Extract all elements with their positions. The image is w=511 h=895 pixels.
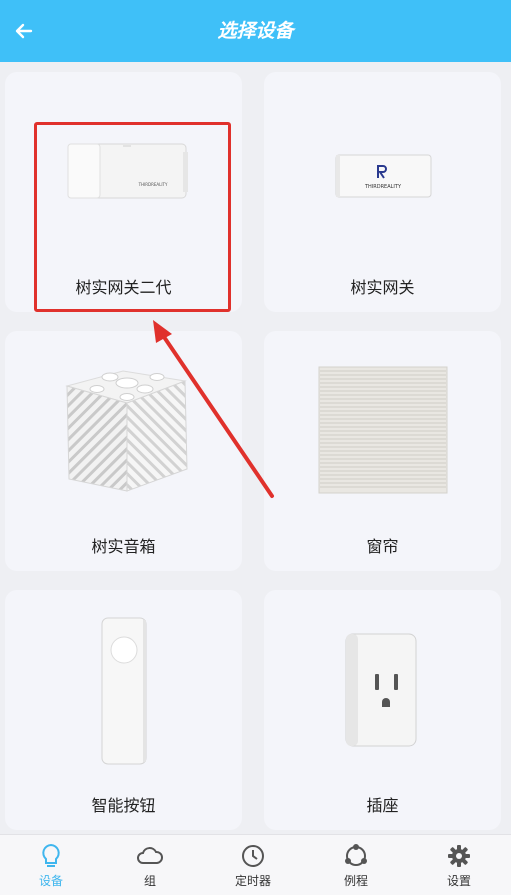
tab-label: 定时器 [234,874,271,888]
routine-icon [345,844,367,866]
tab-routines[interactable]: 例程 [305,835,407,895]
device-card-smart-button[interactable]: 智能按钮 [5,590,242,830]
tab-settings[interactable]: 设置 [408,835,510,895]
tab-label: 例程 [343,874,368,888]
top-bar: 选择设备 [0,0,511,62]
svg-text:THIRDREALITY: THIRDREALITY [138,182,168,187]
bottom-tab-bar: 设备 组 定时器 例程 设置 [0,834,511,895]
device-label: 插座 [366,796,399,815]
bulb-icon [42,843,60,867]
tab-label: 组 [143,874,156,888]
smart-button-image [5,590,242,780]
curtain-image [264,331,501,521]
gateway-gen2-image: THIRDREALITY [5,72,242,262]
device-label: 智能按钮 [91,796,156,815]
device-label: 窗帘 [366,537,399,556]
device-label: 树实网关二代 [75,278,172,297]
device-grid: THIRDREALITY 树实网关二代 THIRDREALITY 树实网关 树实… [0,62,511,834]
device-card-curtain[interactable]: 窗帘 [264,331,501,571]
device-label: 树实音箱 [91,537,156,556]
clock-icon [242,845,264,867]
device-card-plug[interactable]: 插座 [264,590,501,830]
device-card-gateway-gen2[interactable]: THIRDREALITY 树实网关二代 [5,72,242,312]
gateway-brand-text: THIRDREALITY [364,184,402,190]
tab-groups[interactable]: 组 [99,835,201,895]
plug-image [264,590,501,780]
gear-icon [448,845,470,867]
device-card-speaker[interactable]: 树实音箱 [5,331,242,571]
device-label: 树实网关 [350,278,415,297]
tab-label: 设备 [38,874,63,888]
tab-label: 设置 [446,874,471,888]
gateway-image: THIRDREALITY [264,72,501,262]
page-title: 选择设备 [217,20,294,42]
speaker-image [5,331,242,521]
device-card-gateway[interactable]: THIRDREALITY 树实网关 [264,72,501,312]
tab-devices[interactable]: 设备 [0,835,102,895]
cloud-icon [137,847,163,864]
tab-timer[interactable]: 定时器 [202,835,304,895]
